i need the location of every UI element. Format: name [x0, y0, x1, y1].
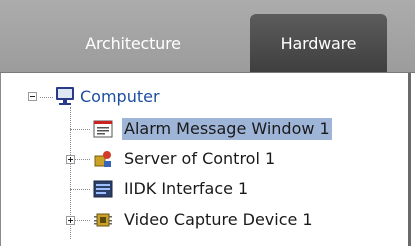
- computer-monitor-icon: [56, 87, 74, 105]
- message-window-icon: [93, 120, 113, 138]
- tree-node-alarm-message-window[interactable]: Alarm Message Window 1: [122, 118, 332, 140]
- expand-toggle-video-capture-device[interactable]: [66, 216, 75, 225]
- tree-connector-line: [40, 97, 53, 98]
- video-capture-chip-icon: [94, 213, 112, 227]
- collapse-toggle-computer[interactable]: [28, 92, 37, 101]
- tab-bar: Architecture Hardware: [0, 0, 415, 73]
- tree-node-server-of-control[interactable]: Server of Control 1: [122, 148, 277, 170]
- tab-architecture-label: Architecture: [85, 33, 181, 53]
- tree-node-video-capture-device[interactable]: Video Capture Device 1: [122, 209, 315, 231]
- tree-node-computer[interactable]: Computer: [78, 86, 162, 108]
- tree-connector-line: [74, 220, 90, 221]
- expand-toggle-server-of-control[interactable]: [66, 155, 75, 164]
- tree-node-iidk-interface[interactable]: IIDK Interface 1: [122, 178, 250, 200]
- hardware-tree: Computer Alarm Message Window 1 Server o…: [1, 73, 408, 246]
- tab-hardware[interactable]: Hardware: [250, 14, 387, 72]
- tab-hardware-label: Hardware: [280, 33, 357, 53]
- server-control-icon: [94, 151, 111, 167]
- tree-connector-line: [74, 159, 90, 160]
- tree-connector-line: [70, 189, 90, 190]
- tree-connector-line: [70, 129, 90, 130]
- hardware-tree-panel: Computer Alarm Message Window 1 Server o…: [0, 73, 411, 246]
- tab-architecture[interactable]: Architecture: [18, 14, 248, 72]
- iidk-interface-icon: [93, 180, 113, 198]
